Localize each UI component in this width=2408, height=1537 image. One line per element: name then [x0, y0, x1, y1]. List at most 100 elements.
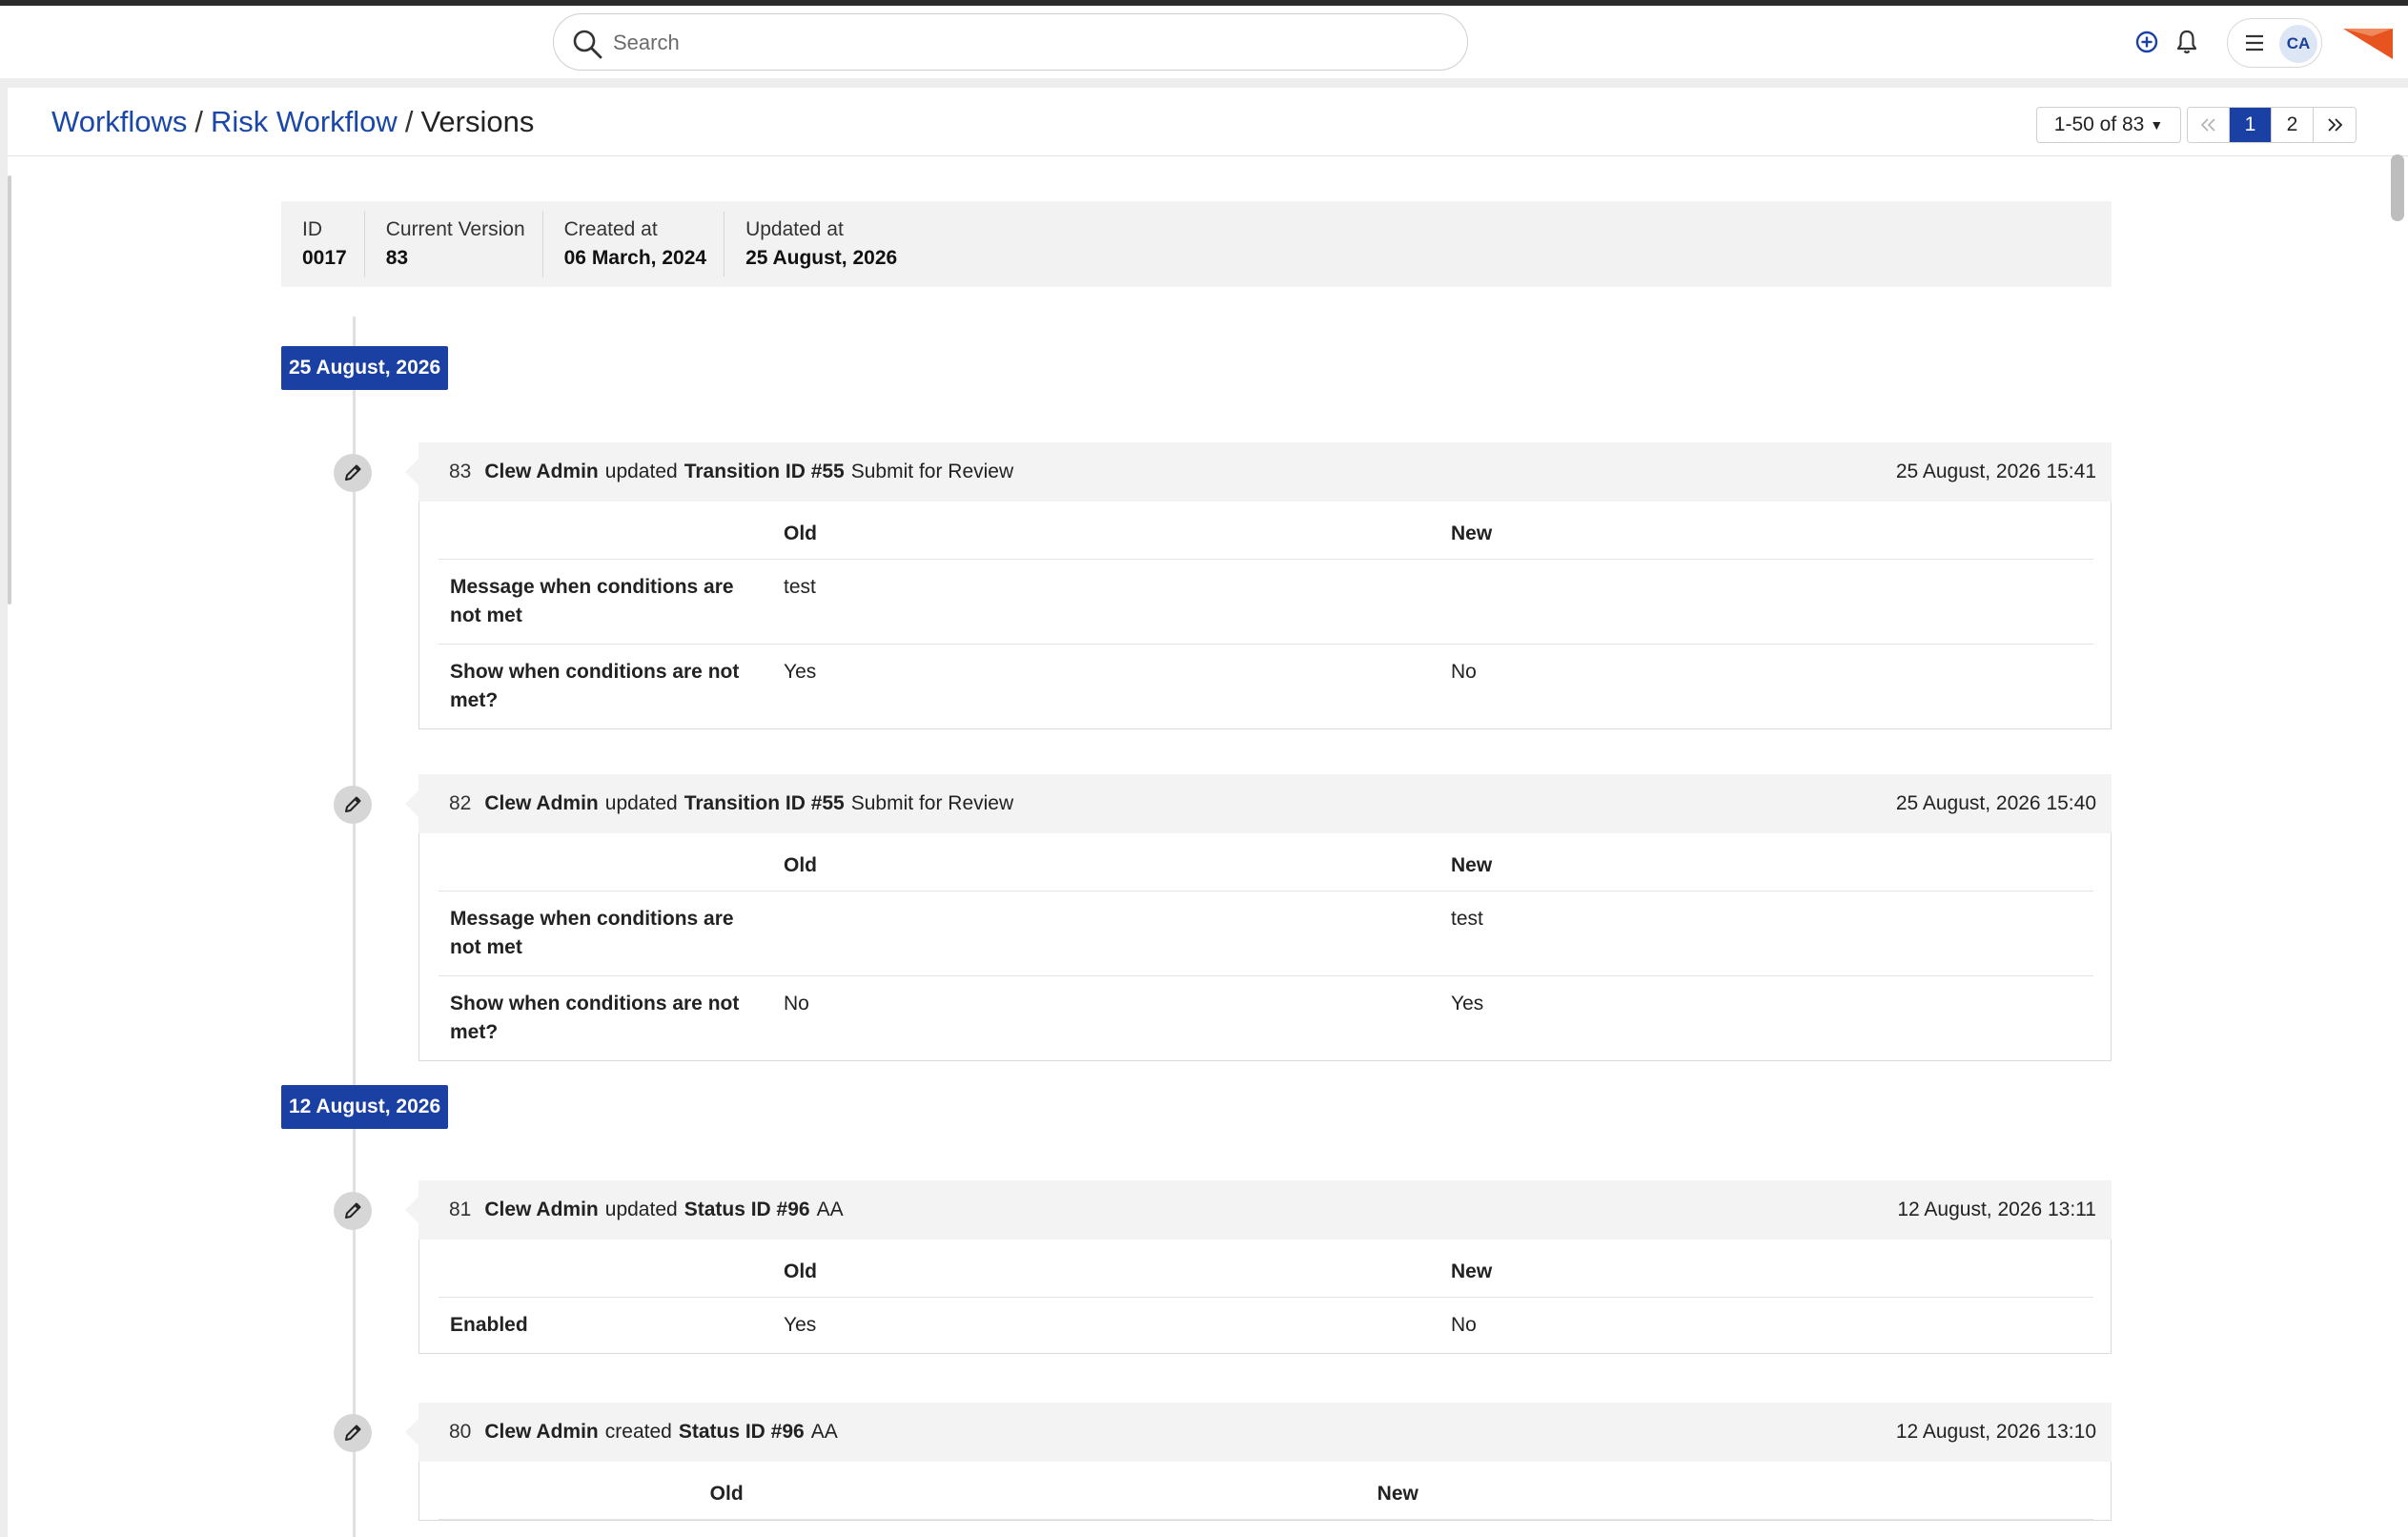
diff-old-value: Yes — [784, 1314, 817, 1336]
entry-pointer — [405, 459, 418, 485]
brand-logo-icon — [2343, 29, 2393, 59]
diff-old-header: Old — [698, 1462, 1366, 1520]
entry-action: updated — [604, 792, 678, 814]
summary-id: ID 0017 — [281, 212, 364, 277]
entry-pointer — [405, 1419, 418, 1445]
timeline-line — [353, 317, 356, 1537]
diff-old-header: Old — [772, 502, 1439, 560]
diff-header-row: Old New — [439, 502, 2093, 560]
entry-target-name: AA — [816, 1199, 844, 1220]
diff-table: Old New Enabled Yes No — [439, 1240, 2093, 1353]
summary-current-version: Current Version 83 — [363, 212, 542, 277]
page-header: Workflows / Risk Workflow / Versions 1-50 of… — [8, 88, 2408, 156]
diff-new-header: New — [1439, 502, 2093, 560]
entry-target-name: Submit for Review — [850, 792, 1014, 814]
add-circle-icon[interactable] — [2132, 27, 2162, 57]
scrollbar[interactable] — [2391, 154, 2404, 221]
summary-label: ID — [302, 218, 322, 240]
diff-field-header — [439, 1240, 772, 1298]
diff-field-header — [439, 833, 772, 891]
pencil-icon — [334, 454, 372, 492]
entry-target-name: Submit for Review — [850, 461, 1014, 482]
summary-created-at: Created at 06 March, 2024 — [541, 212, 724, 277]
diff-field-header — [439, 502, 772, 560]
diff-table: Old New — [439, 1462, 2093, 1520]
diff-panel: Old New Enabled Yes No — [418, 1240, 2112, 1354]
diff-old-value: No — [784, 993, 809, 1014]
page-button-1[interactable]: 1 — [2230, 108, 2272, 142]
avatar: CA — [2279, 25, 2317, 63]
entry-action: updated — [604, 461, 678, 482]
diff-old-header: Old — [772, 1240, 1439, 1298]
search-box[interactable] — [553, 13, 1468, 71]
breadcrumb: Workflows / Risk Workflow / Versions — [51, 105, 534, 139]
search-icon — [573, 30, 602, 59]
entry-action: created — [604, 1421, 672, 1443]
diff-header-row: Old New — [439, 1240, 2093, 1298]
entry-target: Transition ID #55 — [684, 461, 845, 482]
diff-new-header: New — [1365, 1462, 2093, 1520]
summary-label: Created at — [563, 218, 658, 240]
entry-target: Status ID #96 — [678, 1421, 805, 1443]
breadcrumb-workflows-link[interactable]: Workflows — [51, 105, 187, 138]
search-input[interactable] — [613, 24, 1433, 62]
diff-old-header: Old — [772, 833, 1439, 891]
diff-old-value: test — [772, 559, 1439, 645]
table-row: Enabled Yes No — [439, 1298, 2093, 1354]
version-number: 80 — [449, 1421, 472, 1443]
entry-timestamp: 12 August, 2026 13:11 — [1897, 1199, 2096, 1220]
user-menu[interactable]: CA — [2227, 18, 2322, 68]
entry-pointer — [405, 790, 418, 817]
table-row: Message when conditions are not met test — [439, 891, 2093, 976]
pencil-icon — [334, 1192, 372, 1230]
summary-updated-at: Updated at 25 August, 2026 — [724, 212, 914, 277]
version-entry-header: 83 Clew Admin updated Transition ID #55 Sub… — [405, 442, 2112, 502]
diff-field-header — [439, 1462, 699, 1520]
main-content: Workflows / Risk Workflow / Versions 1-50 of… — [8, 88, 2408, 1537]
left-rail — [8, 175, 11, 605]
bell-icon[interactable] — [2172, 27, 2202, 57]
entry-target: Status ID #96 — [684, 1199, 810, 1220]
entry-user: Clew Admin — [484, 792, 599, 814]
diff-new-value: test — [1439, 891, 2093, 976]
pencil-icon — [334, 1414, 372, 1452]
pencil-icon — [334, 786, 372, 824]
entry-pointer — [405, 1197, 418, 1223]
prev-page-icon[interactable] — [2188, 108, 2230, 142]
entry-user: Clew Admin — [484, 461, 599, 482]
diff-new-header: New — [1439, 1240, 2093, 1298]
summary-value: 25 August, 2026 — [745, 247, 898, 269]
diff-old-value: Yes — [784, 661, 817, 683]
entry-timestamp: 25 August, 2026 15:41 — [1895, 461, 2096, 482]
range-select[interactable]: 1-50 of 83 ▼ — [2036, 107, 2181, 143]
summary-label: Updated at — [745, 218, 844, 240]
diff-panel: Old New Message when conditions are not … — [418, 502, 2112, 729]
breadcrumb-current: Versions — [420, 105, 535, 138]
range-label: 1-50 of 83 — [2053, 113, 2145, 135]
version-entry-header: 80 Clew Admin created Status ID #96 AA 12 A… — [405, 1403, 2112, 1462]
diff-table: Old New Message when conditions are not … — [439, 833, 2093, 1060]
diff-panel: Old New Message when conditions are not … — [418, 833, 2112, 1061]
entry-action: updated — [604, 1199, 678, 1220]
diff-field: Show when conditions are not met? — [450, 993, 740, 1043]
version-entry-header: 82 Clew Admin updated Transition ID #55 Sub… — [405, 774, 2112, 833]
page-button-2[interactable]: 2 — [2272, 108, 2314, 142]
version-number: 82 — [449, 792, 472, 814]
diff-field: Message when conditions are not met — [439, 559, 772, 645]
next-page-icon[interactable] — [2314, 108, 2356, 142]
entry-user: Clew Admin — [484, 1421, 599, 1443]
diff-new-value: No — [1451, 1314, 1477, 1336]
entry-user: Clew Admin — [484, 1199, 599, 1220]
summary-label: Current Version — [385, 218, 525, 240]
version-number: 83 — [449, 461, 472, 482]
diff-new-value — [1439, 559, 2093, 645]
hamburger-menu-icon — [2246, 34, 2263, 51]
table-row: Show when conditions are not met? No Yes — [439, 976, 2093, 1061]
entry-target-name: AA — [810, 1421, 838, 1443]
version-summary: ID 0017 Current Version 83 Created at 06… — [281, 201, 2112, 287]
breadcrumb-workflow-link[interactable]: Risk Workflow — [211, 105, 398, 138]
diff-field: Show when conditions are not met? — [450, 661, 740, 711]
summary-value: 83 — [385, 247, 409, 269]
entry-target: Transition ID #55 — [684, 792, 845, 814]
summary-value: 0017 — [302, 247, 347, 269]
